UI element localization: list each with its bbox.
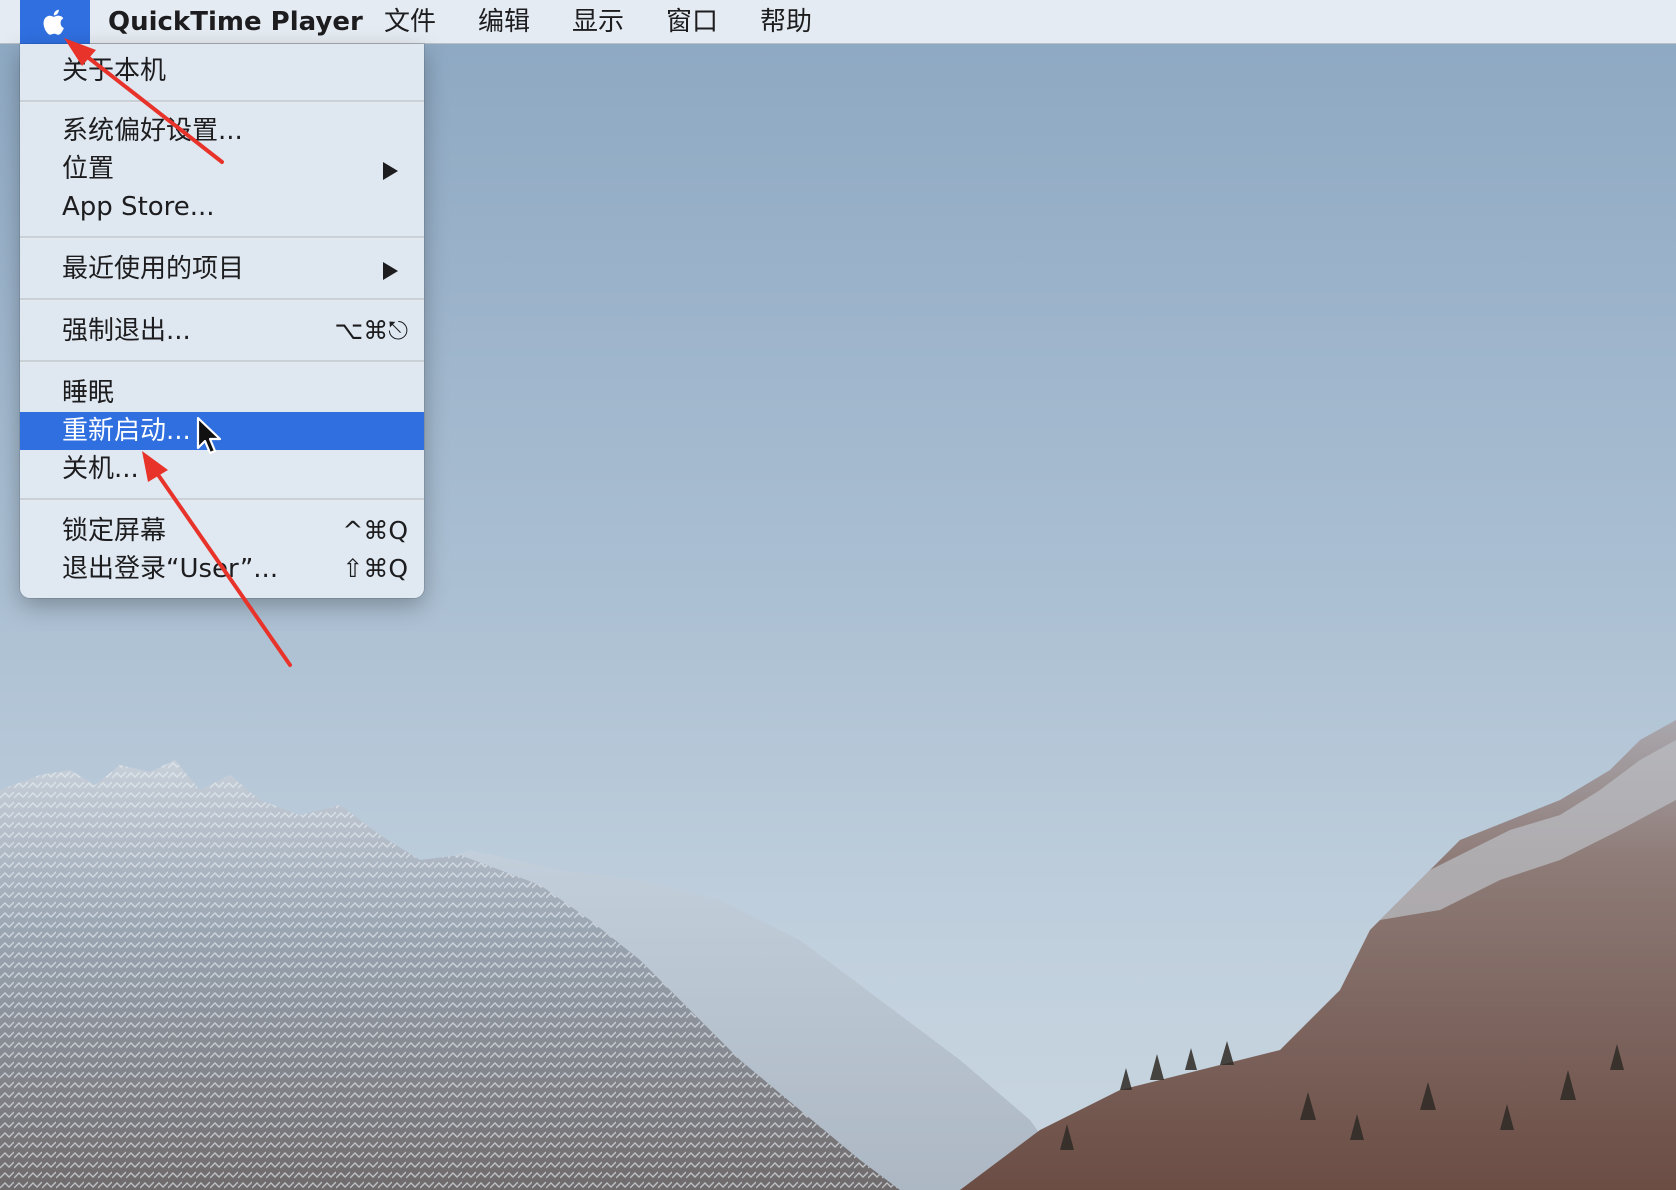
menu-separator — [20, 498, 424, 501]
menu-item-logout[interactable]: 退出登录“User”... ⇧⌘Q — [20, 550, 424, 588]
menu-item-label: 关于本机 — [62, 56, 167, 86]
menu-item-lock-screen[interactable]: 锁定屏幕 ^⌘Q — [20, 512, 424, 550]
menu-item-label: 位置 — [62, 154, 115, 184]
menu-item-label: 系统偏好设置... — [62, 116, 243, 146]
menu-file[interactable]: 文件 — [384, 0, 436, 44]
menu-item-label: 锁定屏幕 — [62, 516, 167, 546]
apple-dropdown-menu: 关于本机 系统偏好设置... 位置 App Store... 最近使用的项目 强… — [20, 44, 424, 598]
shortcut-label: ^⌘Q — [342, 516, 408, 545]
menu-item-label: 重新启动... — [62, 416, 191, 446]
menu-item-label: 最近使用的项目 — [62, 254, 245, 284]
menu-separator — [20, 360, 424, 363]
menu-separator — [20, 100, 424, 103]
submenu-arrow-icon — [383, 162, 398, 180]
apple-menu-button[interactable] — [20, 0, 90, 44]
menu-item-label: App Store... — [62, 192, 215, 222]
app-name-menu[interactable]: QuickTime Player — [108, 0, 363, 44]
menu-window[interactable]: 窗口 — [666, 0, 718, 44]
menu-item-recent-items[interactable]: 最近使用的项目 — [20, 250, 424, 288]
menu-item-label: 睡眠 — [62, 378, 115, 408]
shortcut-label: ⇧⌘Q — [342, 554, 408, 583]
desktop: QuickTime Player 文件 编辑 显示 窗口 帮助 关于本机 系统偏… — [0, 0, 1676, 1190]
menu-edit[interactable]: 编辑 — [478, 0, 530, 44]
menu-item-location[interactable]: 位置 — [20, 150, 424, 188]
apple-logo-icon — [43, 9, 64, 35]
submenu-arrow-icon — [383, 262, 398, 280]
menu-item-system-preferences[interactable]: 系统偏好设置... — [20, 112, 424, 150]
menu-separator — [20, 298, 424, 301]
menu-item-label: 强制退出... — [62, 316, 191, 346]
menu-view[interactable]: 显示 — [572, 0, 624, 44]
menu-bar: QuickTime Player 文件 编辑 显示 窗口 帮助 — [0, 0, 1676, 44]
menu-separator — [20, 236, 424, 239]
menu-item-restart[interactable]: 重新启动... — [20, 412, 424, 450]
menu-item-about[interactable]: 关于本机 — [20, 52, 424, 90]
menu-item-label: 关机... — [62, 454, 139, 484]
menu-help[interactable]: 帮助 — [760, 0, 812, 44]
menu-item-app-store[interactable]: App Store... — [20, 188, 424, 226]
menu-item-label: 退出登录“User”... — [62, 554, 279, 584]
shortcut-label: ⌥⌘⎋ — [334, 316, 408, 345]
menu-item-shutdown[interactable]: 关机... — [20, 450, 424, 488]
menu-item-sleep[interactable]: 睡眠 — [20, 374, 424, 412]
menu-item-force-quit[interactable]: 强制退出... ⌥⌘⎋ — [20, 312, 424, 350]
